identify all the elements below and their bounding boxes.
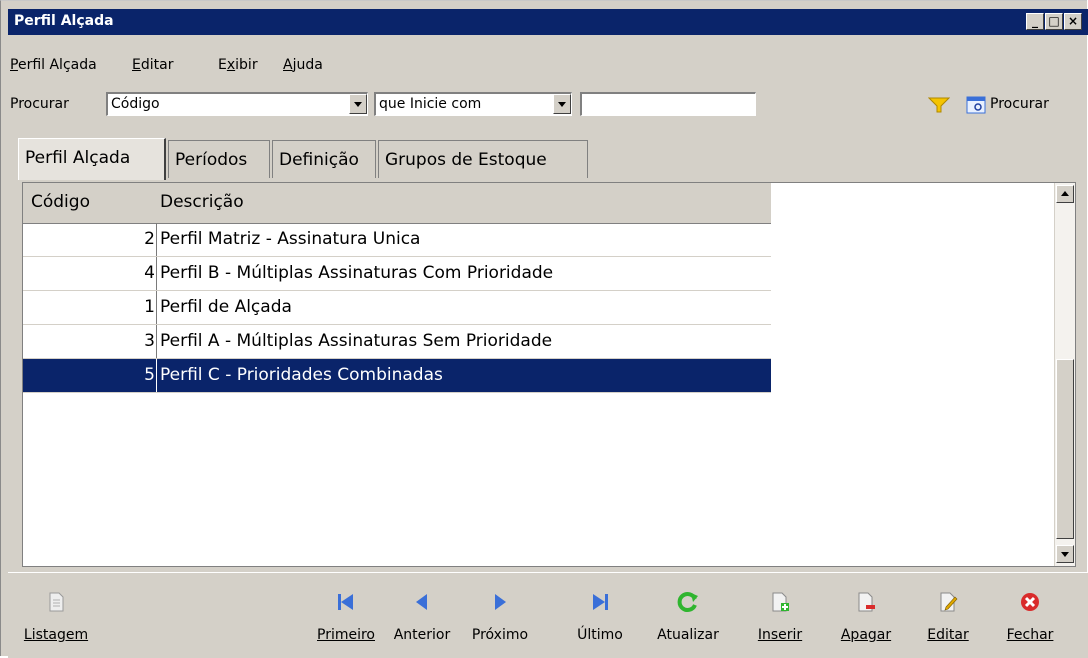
cell-description: Perfil de Alçada — [160, 297, 292, 317]
menu-perfil-alcada[interactable]: Perfil Alçada — [10, 57, 97, 73]
primeiro-label: Primeiro — [317, 627, 375, 643]
search-label: Procurar — [10, 96, 69, 112]
listagem-button[interactable]: Listagem — [20, 587, 92, 647]
search-input[interactable] — [580, 92, 756, 116]
minimize-button[interactable]: _ — [1026, 13, 1044, 30]
fechar-button[interactable]: Fechar — [994, 587, 1066, 647]
cell-code: 1 — [144, 297, 155, 317]
next-record-icon — [495, 594, 506, 610]
scroll-up-button[interactable] — [1056, 185, 1074, 203]
proximo-button[interactable]: Próximo — [464, 587, 536, 647]
chevron-down-icon[interactable] — [349, 94, 367, 114]
cell-description: Perfil Matriz - Assinatura Unica — [160, 229, 421, 249]
apagar-label: Apagar — [840, 627, 892, 643]
table-row[interactable]: 3 Perfil A - Múltiplas Assinaturas Sem P… — [23, 325, 771, 359]
menu-exibir[interactable]: Exibir — [218, 57, 258, 73]
last-record-icon — [593, 594, 608, 610]
editar-label: Editar — [927, 627, 969, 643]
search-mode-select[interactable]: que Inicie com — [374, 92, 572, 116]
cell-code: 2 — [144, 229, 155, 249]
cell-code: 5 — [144, 365, 155, 385]
insert-document-icon — [772, 592, 789, 612]
tab-periodos[interactable]: Períodos — [168, 140, 270, 178]
menu-ajuda[interactable]: Ajuda — [283, 57, 323, 73]
menu-editar[interactable]: Editar — [132, 57, 173, 73]
editar-button[interactable]: Editar — [912, 587, 984, 647]
search-mode-value: que Inicie com — [379, 96, 482, 112]
menu-exibir-label: ibir — [235, 57, 258, 73]
data-grid: Código Descrição 2 Perfil Matriz - Assin… — [22, 182, 1076, 567]
menu-exibir-mnemonic: x — [226, 57, 236, 73]
ultimo-label: Último — [577, 627, 623, 643]
menu-ajuda-mnemonic: A — [283, 57, 293, 73]
search-button[interactable]: Procurar — [990, 96, 1049, 112]
column-header-descricao[interactable]: Descrição — [160, 192, 244, 212]
close-icon — [1021, 593, 1039, 611]
menu-exibir-prefix: E — [218, 57, 227, 73]
search-window-icon[interactable] — [966, 95, 988, 115]
atualizar-button[interactable]: Atualizar — [652, 587, 724, 647]
tab-grupos-de-estoque[interactable]: Grupos de Estoque — [378, 140, 588, 178]
maximize-button[interactable]: □ — [1045, 13, 1063, 30]
cell-code: 4 — [144, 263, 155, 283]
scroll-thumb[interactable] — [1056, 359, 1074, 539]
table-row[interactable]: 2 Perfil Matriz - Assinatura Unica — [23, 223, 771, 257]
tab-definicao[interactable]: Definição — [272, 140, 376, 178]
grid-header: Código Descrição — [23, 183, 771, 224]
filter-icon[interactable] — [928, 96, 950, 114]
inserir-label: Inserir — [757, 627, 803, 643]
anterior-button[interactable]: Anterior — [386, 587, 458, 647]
scroll-down-button[interactable] — [1056, 545, 1074, 563]
inserir-button[interactable]: Inserir — [744, 587, 816, 647]
apagar-button[interactable]: Apagar — [830, 587, 902, 647]
cell-divider — [156, 223, 157, 256]
menu-editar-label: ditar — [140, 57, 174, 73]
proximo-label: Próximo — [471, 627, 529, 643]
primeiro-button[interactable]: Primeiro — [310, 587, 382, 647]
previous-record-icon — [416, 594, 427, 610]
tab-perfil-alcada[interactable]: Perfil Alçada — [18, 138, 166, 180]
atualizar-label: Atualizar — [657, 627, 719, 643]
cell-description: Perfil A - Múltiplas Assinaturas Sem Pri… — [160, 331, 553, 351]
refresh-icon — [677, 592, 698, 612]
table-row[interactable]: 4 Perfil B - Múltiplas Assinaturas Com P… — [23, 257, 771, 291]
menu-perfil-alcada-label: erfil Alçada — [17, 57, 97, 73]
window-title: Perfil Alçada — [14, 13, 114, 29]
action-bar: Listagem Primeiro Anterior Próximo Últim… — [8, 572, 1088, 658]
cell-divider — [156, 291, 157, 324]
menu-perfil-alcada-mnemonic: P — [10, 57, 18, 73]
close-window-button[interactable]: × — [1064, 13, 1082, 30]
delete-document-icon — [858, 592, 875, 612]
cell-divider — [156, 359, 157, 392]
menu-ajuda-label: juda — [292, 57, 323, 73]
title-bar: Perfil Alçada _ □ × — [8, 9, 1088, 35]
first-record-icon — [338, 594, 353, 610]
edit-document-icon — [940, 592, 958, 612]
menu-bar: Perfil Alçada Editar Exibir Ajuda — [8, 35, 1088, 85]
vertical-scrollbar[interactable] — [1054, 183, 1075, 566]
listagem-label: Listagem — [23, 627, 89, 643]
anterior-label: Anterior — [393, 627, 451, 643]
menu-editar-mnemonic: E — [132, 57, 141, 73]
search-field-select[interactable]: Código — [106, 92, 368, 116]
cell-divider — [156, 257, 157, 290]
column-header-codigo[interactable]: Código — [31, 192, 90, 212]
chevron-down-icon[interactable] — [553, 94, 571, 114]
cell-divider — [156, 325, 157, 358]
cell-code: 3 — [144, 331, 155, 351]
fechar-label: Fechar — [1006, 627, 1054, 643]
ultimo-button[interactable]: Último — [564, 587, 636, 647]
document-icon — [49, 592, 64, 612]
search-field-value: Código — [111, 96, 160, 112]
table-row[interactable]: 1 Perfil de Alçada — [23, 291, 771, 325]
cell-description: Perfil C - Prioridades Combinadas — [160, 365, 443, 385]
search-toolbar: Procurar Código que Inicie com Procurar — [8, 88, 1088, 122]
cell-description: Perfil B - Múltiplas Assinaturas Com Pri… — [160, 263, 554, 283]
table-row-selected[interactable]: 5 Perfil C - Prioridades Combinadas — [23, 359, 771, 393]
